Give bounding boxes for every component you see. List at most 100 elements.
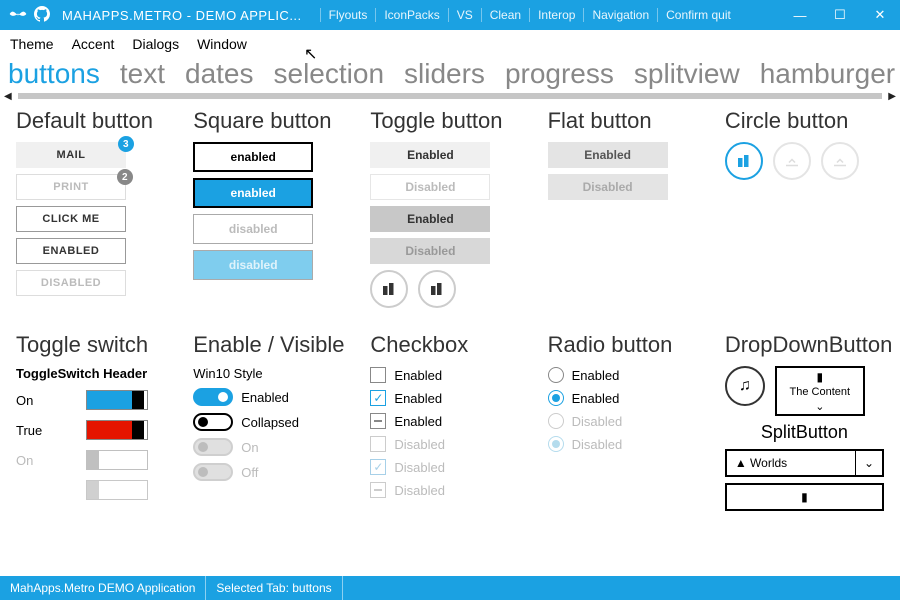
w10-toggle-enabled[interactable] [193, 388, 233, 406]
menu-dialogs[interactable]: Dialogs [132, 36, 179, 52]
square-accent-disabled-button: disabled [193, 250, 313, 280]
cmd-clean[interactable]: Clean [481, 8, 529, 22]
ts-on-label: On [16, 393, 86, 408]
cmd-flyouts[interactable]: Flyouts [320, 8, 376, 22]
dropdown-section: DropDownButton ♫ ▮ The Content ⌄ SplitBu… [725, 332, 884, 511]
toggle-disabled-button: Disabled [370, 174, 490, 200]
w10-toggle-collapsed[interactable] [193, 413, 233, 431]
radio-unchecked[interactable]: Enabled [548, 366, 707, 384]
scroll-right-icon[interactable]: ▶ [888, 91, 896, 102]
square-accent-button[interactable]: enabled [193, 178, 313, 208]
menu-theme[interactable]: Theme [10, 36, 54, 52]
close-button[interactable]: ✕ [860, 0, 900, 30]
split-button[interactable]: ▲ Worlds ⌄ [725, 449, 884, 477]
checkbox-section: Checkbox Enabled ✓Enabled Enabled Disabl… [370, 332, 529, 511]
radio-disabled-checked: Disabled [548, 435, 707, 453]
square-button-section: Square button enabled enabled disabled d… [193, 108, 352, 308]
tab-buttons[interactable]: buttons [8, 58, 100, 90]
checkbox-checked[interactable]: ✓Enabled [370, 389, 529, 407]
menu-accent[interactable]: Accent [72, 36, 115, 52]
dropdown-circle-button[interactable]: ♫ [725, 366, 765, 406]
enabled-button[interactable]: ENABLED [16, 238, 126, 264]
cmd-confirm-quit[interactable]: Confirm quit [657, 8, 739, 22]
chevron-down-icon[interactable]: ⌄ [855, 451, 874, 475]
scroll-track[interactable] [18, 93, 883, 99]
checkbox-disabled: Disabled [370, 435, 529, 453]
toggle-checked-disabled-button: Disabled [370, 238, 490, 264]
mail-badge: 3 [118, 136, 134, 152]
scroll-left-icon[interactable]: ◀ [4, 91, 12, 102]
square-enabled-button[interactable]: enabled [193, 142, 313, 172]
radio-checked[interactable]: Enabled [548, 389, 707, 407]
toggle-switch-off[interactable] [86, 450, 148, 470]
tab-progress[interactable]: progress [505, 58, 614, 90]
tab-text[interactable]: text [120, 58, 165, 90]
section-title: Toggle switch [16, 332, 175, 358]
dropdown-content-button[interactable]: ▮ The Content ⌄ [775, 366, 865, 416]
w10-toggle-on-disabled [193, 438, 233, 456]
flat-enabled-button[interactable]: Enabled [548, 142, 668, 168]
cmd-interop[interactable]: Interop [529, 8, 583, 22]
mail-button[interactable]: MAIL 3 [16, 142, 126, 168]
toggle-checked-button[interactable]: Enabled [370, 206, 490, 232]
horizontal-scrollbar[interactable]: ◀ ▶ [0, 90, 900, 102]
cmd-navigation[interactable]: Navigation [583, 8, 657, 22]
square-disabled-button: disabled [193, 214, 313, 244]
tab-dates[interactable]: dates [185, 58, 254, 90]
minimize-button[interactable]: — [780, 0, 820, 30]
section-title: Default button [16, 108, 175, 134]
menu-window[interactable]: Window [197, 36, 247, 52]
section-title: Checkbox [370, 332, 529, 358]
section-title: Toggle button [370, 108, 529, 134]
tab-sliders[interactable]: sliders [404, 58, 485, 90]
section-title: Square button [193, 108, 352, 134]
split-button-2[interactable]: ▮ [725, 483, 884, 511]
checkbox-disabled-ind: Disabled [370, 481, 529, 499]
tab-selection[interactable]: selection [274, 58, 385, 90]
status-bar: MahApps.Metro DEMO Application Selected … [0, 576, 900, 600]
toggle-switch-disabled [86, 480, 148, 500]
toggle-switch-section: Toggle switch ToggleSwitch Header On Tru… [16, 332, 175, 511]
w10-toggle-off-disabled [193, 463, 233, 481]
toggle-switch-true[interactable] [86, 420, 148, 440]
status-tab: Selected Tab: buttons [206, 576, 342, 600]
circle-button-accent[interactable] [725, 142, 763, 180]
disabled-button: DISABLED [16, 270, 126, 296]
section-title: Flat button [548, 108, 707, 134]
checkbox-indeterminate[interactable]: Enabled [370, 412, 529, 430]
win10-style-label: Win10 Style [193, 366, 352, 381]
toggleswitch-header: ToggleSwitch Header [16, 366, 175, 381]
cmd-iconpacks[interactable]: IconPacks [375, 8, 447, 22]
circle-button-3[interactable] [821, 142, 859, 180]
click-me-button[interactable]: CLICK ME [16, 206, 126, 232]
cmd-vs[interactable]: VS [448, 8, 481, 22]
tab-splitview[interactable]: splitview [634, 58, 740, 90]
tab-strip: buttons text dates selection sliders pro… [0, 58, 900, 90]
chevron-down-icon: ⌄ [815, 400, 824, 413]
radio-section: Radio button Enabled Enabled Disabled Di… [548, 332, 707, 511]
circle-toggle-2[interactable] [418, 270, 456, 308]
window-title: MAHAPPS.METRO - DEMO APPLIC... [58, 8, 302, 23]
toggle-enabled-button[interactable]: Enabled [370, 142, 490, 168]
section-title: DropDownButton [725, 332, 884, 358]
status-app: MahApps.Metro DEMO Application [0, 576, 206, 600]
circle-toggle-1[interactable] [370, 270, 408, 308]
enable-visible-section: Enable / Visible Win10 Style Enabled Col… [193, 332, 352, 511]
toggle-switch-on[interactable] [86, 390, 148, 410]
ts-true-label: True [16, 423, 86, 438]
checkbox-unchecked[interactable]: Enabled [370, 366, 529, 384]
warning-icon: ▲ [735, 456, 747, 470]
radio-disabled: Disabled [548, 412, 707, 430]
section-title: Circle button [725, 108, 884, 134]
github-icon[interactable] [34, 6, 50, 25]
flat-disabled-button: Disabled [548, 174, 668, 200]
music-note-icon: ♫ [739, 377, 751, 395]
tab-hamburger[interactable]: hamburger [760, 58, 895, 90]
toggle-button-section: Toggle button Enabled Disabled Enabled D… [370, 108, 529, 308]
window-commands: Flyouts IconPacks VS Clean Interop Navig… [320, 8, 739, 22]
section-title: Enable / Visible [193, 332, 352, 358]
menu-bar: Theme Accent Dialogs Window [0, 30, 900, 58]
ts-disabled-label: On [16, 453, 86, 468]
maximize-button[interactable]: ☐ [820, 0, 860, 30]
circle-button-2[interactable] [773, 142, 811, 180]
